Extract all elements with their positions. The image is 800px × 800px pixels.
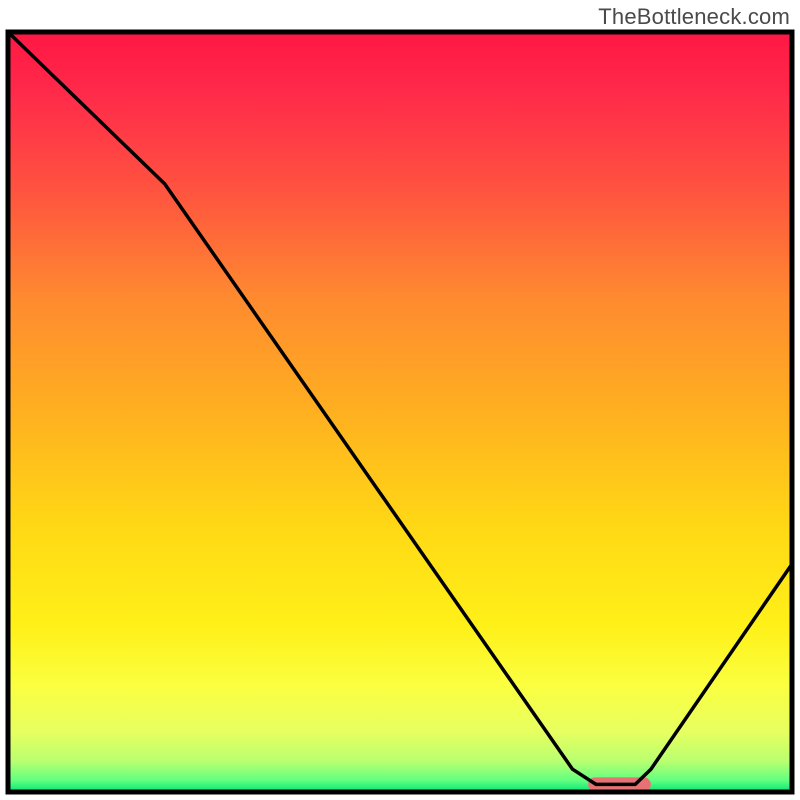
bottleneck-chart	[0, 0, 800, 800]
chart-container: TheBottleneck.com	[0, 0, 800, 800]
